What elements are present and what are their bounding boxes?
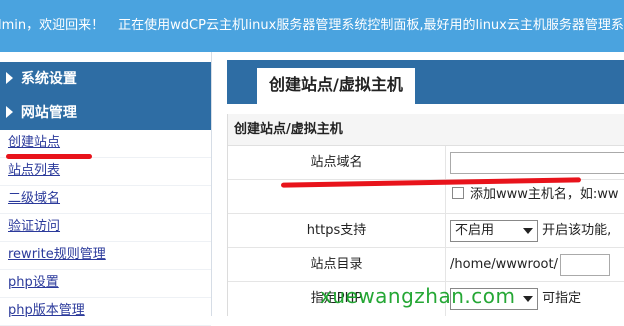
sidebar-item-subdomain[interactable]: 二级域名 <box>0 186 211 214</box>
top-banner: lmin，欢迎回来！ 正在使用wdCP云主机linux服务器管理系统控制面板,最好… <box>0 0 624 52</box>
page-title: 创建站点/虚拟主机 <box>257 68 415 104</box>
https-hint: 开启该功能, <box>542 223 612 238</box>
add-www-text: 添加www主机名，如:ww <box>470 187 619 202</box>
dir-label: 站点目录 <box>228 248 446 281</box>
main-content: 创建站点/虚拟主机 创建站点/虚拟主机 站点域名 添加www主机名，如:ww h… <box>227 60 624 316</box>
dir-input[interactable] <box>559 253 610 276</box>
panel-title: 创建站点/虚拟主机 <box>228 114 624 146</box>
sidebar: 系统设置 网站管理 创建站点 站点列表 二级域名 验证访问 rewrite规则管… <box>0 52 212 326</box>
sidebar-item-label[interactable]: php设置 <box>8 275 59 290</box>
chevron-down-icon <box>523 227 533 234</box>
https-select[interactable]: 不启用 <box>450 219 538 242</box>
notice-text: 正在使用wdCP云主机linux服务器管理系统控制面板,最好用的linux云主机… <box>118 18 624 33</box>
sidebar-menu: 创建站点 站点列表 二级域名 验证访问 rewrite规则管理 php设置 ph… <box>0 130 211 326</box>
caret-right-icon <box>6 106 13 118</box>
watermark: xuewangzhan.com <box>320 284 516 308</box>
php-hint: 可指定 <box>542 291 582 306</box>
main-header: 创建站点/虚拟主机 <box>227 60 624 104</box>
sidebar-item-rewrite[interactable]: rewrite规则管理 <box>0 242 211 270</box>
domain-input[interactable] <box>450 152 624 174</box>
sidebar-item-php-version[interactable]: php版本管理 <box>0 298 211 326</box>
dir-prefix: /home/wwwroot/ <box>450 257 558 272</box>
www-control: 添加www主机名，如:ww <box>446 180 619 213</box>
sidebar-item-label[interactable]: rewrite规则管理 <box>8 247 106 262</box>
https-control: 不启用 开启该功能, <box>446 214 611 247</box>
welcome-text: lmin，欢迎回来！ <box>0 18 105 33</box>
sidebar-item-label[interactable]: 二级域名 <box>8 191 60 206</box>
sidebar-item-auth[interactable]: 验证访问 <box>0 214 211 242</box>
form-row-https: https支持 不启用 开启该功能, <box>228 214 624 248</box>
form-row-dir: 站点目录 /home/wwwroot/ <box>228 248 624 282</box>
add-www-checkbox[interactable] <box>452 187 464 199</box>
domain-control <box>446 146 624 179</box>
sidebar-item-label[interactable]: 创建站点 <box>8 135 60 150</box>
sidebar-section-site[interactable]: 网站管理 <box>0 96 211 130</box>
domain-label: 站点域名 <box>228 146 446 179</box>
sidebar-item-label[interactable]: 站点列表 <box>8 163 60 178</box>
dir-control: /home/wwwroot/ <box>446 248 610 281</box>
sidebar-section-label: 系统设置 <box>20 71 77 87</box>
caret-right-icon <box>6 72 13 84</box>
https-select-value: 不启用 <box>455 222 495 238</box>
https-label: https支持 <box>228 214 446 247</box>
form-row-domain: 站点域名 <box>228 146 624 180</box>
chevron-down-icon <box>523 295 533 302</box>
sidebar-item-php-settings[interactable]: php设置 <box>0 270 211 298</box>
sidebar-item-site-list[interactable]: 站点列表 <box>0 158 211 186</box>
red-underline-annotation <box>6 154 92 159</box>
sidebar-item-label[interactable]: 验证访问 <box>8 219 60 234</box>
sidebar-section-label: 网站管理 <box>20 105 77 121</box>
sidebar-section-system[interactable]: 系统设置 <box>0 62 211 96</box>
